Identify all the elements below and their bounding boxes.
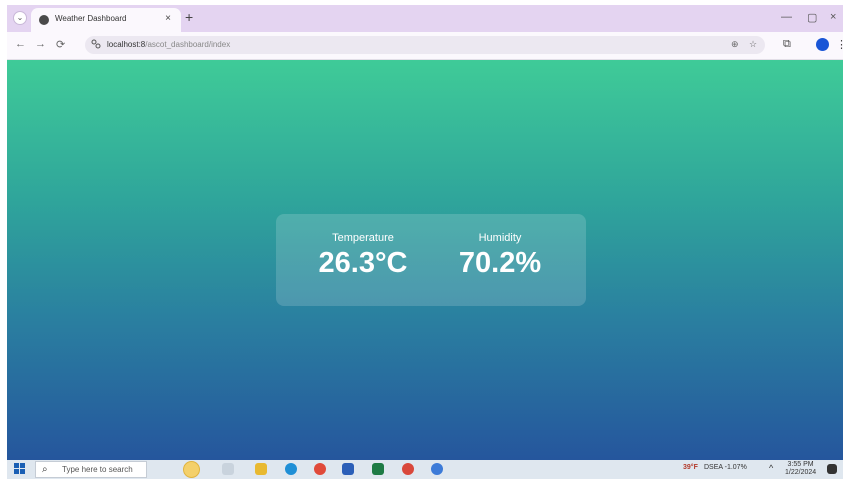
humidity-label: Humidity — [478, 232, 522, 244]
url-text: localhost:8/ascot_dashboard/index — [107, 40, 230, 49]
url-host: localhost:8 — [107, 40, 146, 49]
sensor-card: Temperature 26.3°C Humidity 70.2% — [276, 214, 586, 306]
globe-icon — [39, 15, 49, 25]
zoom-icon[interactable]: ⊕ — [731, 39, 739, 50]
edge-icon[interactable] — [285, 463, 297, 475]
new-tab-button[interactable]: + — [185, 10, 193, 24]
star-icon[interactable]: ☆ — [749, 39, 757, 50]
kebab-menu-icon[interactable]: ⋮ — [836, 38, 843, 51]
stock-ticker[interactable]: DSEA -1.07% — [704, 464, 747, 471]
extensions-icon[interactable]: ⧉ — [783, 38, 791, 51]
close-window-button[interactable]: × — [830, 11, 836, 23]
address-bar[interactable]: localhost:8/ascot_dashboard/index ⊕ ☆ — [85, 36, 765, 54]
temperature-value: 26.3°C — [318, 247, 408, 279]
temperature-metric: Temperature 26.3°C — [298, 232, 428, 281]
forward-button[interactable]: → — [35, 38, 46, 50]
page-viewport: Temperature 26.3°C Humidity 70.2% — [7, 60, 843, 460]
tab-title: Weather Dashboard — [55, 14, 127, 23]
chrome-profile-icon[interactable] — [402, 463, 414, 475]
site-info-icon[interactable] — [91, 39, 101, 51]
minimize-button[interactable]: — — [781, 11, 792, 23]
file-explorer-icon[interactable] — [255, 463, 267, 475]
profile-avatar[interactable] — [816, 38, 829, 51]
chrome-icon[interactable] — [314, 463, 326, 475]
task-view-icon[interactable] — [222, 463, 234, 475]
taskbar-search-box[interactable]: ⌕ Type here to search — [35, 461, 147, 478]
tab-strip: ⌄ Weather Dashboard × + — ▢ × — [7, 5, 843, 32]
word-icon[interactable] — [342, 463, 354, 475]
search-highlight-icon[interactable] — [183, 461, 200, 478]
search-placeholder: Type here to search — [62, 465, 133, 474]
temperature-label: Temperature — [332, 232, 394, 244]
start-button[interactable] — [14, 463, 26, 475]
browser-window: ⌄ Weather Dashboard × + — ▢ × ← → ⟳ loca… — [7, 5, 843, 479]
clock-date: 1/22/2024 — [785, 469, 817, 476]
url-path: /ascot_dashboard/index — [145, 40, 231, 49]
notification-icon[interactable] — [827, 464, 837, 474]
tray-chevron-icon[interactable]: ^ — [769, 463, 773, 473]
clock[interactable]: 3:55 PM 1/22/2024 — [785, 461, 816, 477]
reload-button[interactable]: ⟳ — [56, 38, 65, 51]
tab-search-button[interactable]: ⌄ — [13, 11, 27, 25]
windows-taskbar: ⌕ Type here to search 39°F DSEA -1.07% ^… — [7, 460, 843, 479]
excel-icon[interactable] — [372, 463, 384, 475]
search-icon: ⌕ — [42, 464, 48, 475]
humidity-value: 70.2% — [458, 247, 542, 279]
maximize-button[interactable]: ▢ — [807, 11, 817, 24]
browser-toolbar: ← → ⟳ localhost:8/ascot_dashboard/index … — [7, 32, 843, 60]
clock-time: 3:55 PM — [787, 461, 814, 468]
weather-widget[interactable]: 39°F — [683, 464, 698, 471]
close-tab-button[interactable]: × — [165, 13, 171, 24]
tab-weather-dashboard[interactable]: Weather Dashboard × — [31, 8, 181, 32]
humidity-metric: Humidity 70.2% — [440, 232, 560, 281]
chrome-app-icon[interactable] — [431, 463, 443, 475]
back-button[interactable]: ← — [15, 38, 26, 50]
